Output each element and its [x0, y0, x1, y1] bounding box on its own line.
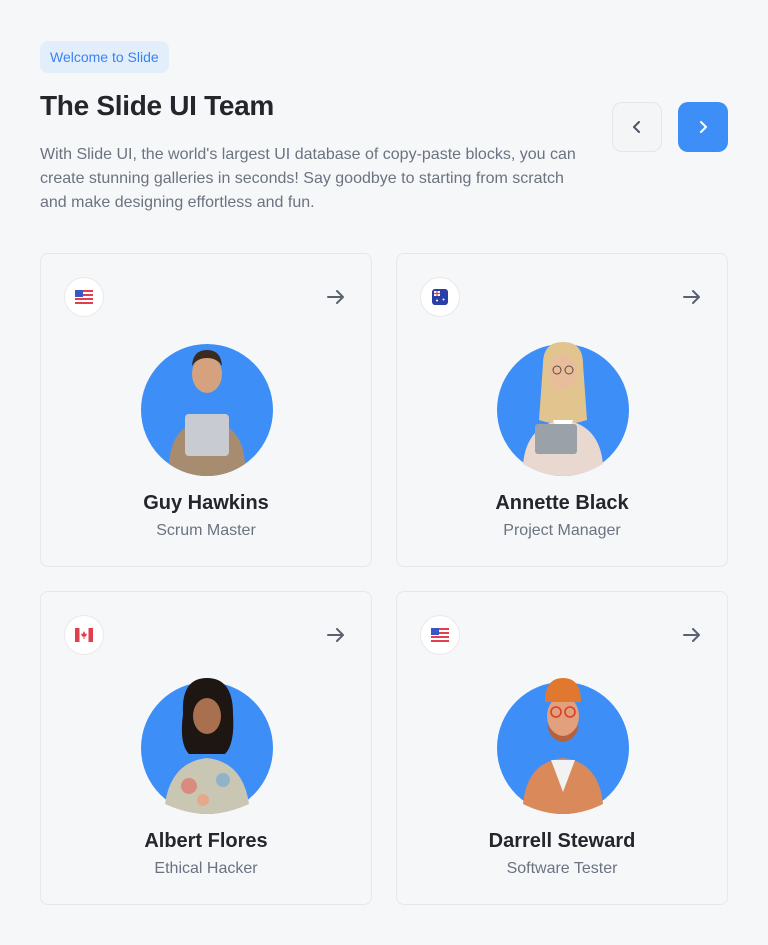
- member-role: Scrum Master: [156, 522, 256, 539]
- arrow-right-icon[interactable]: [681, 624, 703, 646]
- us-flag-icon: [420, 615, 460, 655]
- welcome-badge: Welcome to Slide: [40, 41, 169, 73]
- arrow-right-icon[interactable]: [681, 286, 703, 308]
- chevron-left-icon: [633, 121, 640, 133]
- au-flag-icon: [420, 277, 460, 317]
- member-role: Project Manager: [503, 522, 621, 539]
- avatar: [497, 678, 629, 814]
- avatar: [141, 344, 273, 476]
- member-role: Ethical Hacker: [154, 860, 258, 877]
- page-title: The Slide UI Team: [40, 90, 274, 121]
- avatar: [141, 678, 273, 814]
- previous-button[interactable]: [612, 102, 662, 152]
- chevron-right-icon: [700, 121, 707, 133]
- next-button[interactable]: [678, 102, 728, 152]
- member-name: Annette Black: [495, 492, 629, 514]
- arrow-right-icon[interactable]: [325, 286, 347, 308]
- avatar: [497, 342, 629, 476]
- member-role: Software Tester: [506, 860, 618, 877]
- member-name: Guy Hawkins: [143, 492, 269, 514]
- arrow-right-icon[interactable]: [325, 624, 347, 646]
- ca-flag-icon: [64, 615, 104, 655]
- member-name: Albert Flores: [144, 830, 268, 852]
- page-description: With Slide UI, the world's largest UI da…: [40, 146, 576, 211]
- member-name: Darrell Steward: [488, 830, 636, 852]
- team-card[interactable]: Albert Flores Ethical Hacker: [40, 591, 372, 905]
- team-card[interactable]: Guy Hawkins Scrum Master: [40, 253, 372, 567]
- team-card[interactable]: Annette Black Project Manager: [396, 253, 728, 567]
- team-card[interactable]: Darrell Steward Software Tester: [396, 591, 728, 905]
- us-flag-icon: [64, 277, 104, 317]
